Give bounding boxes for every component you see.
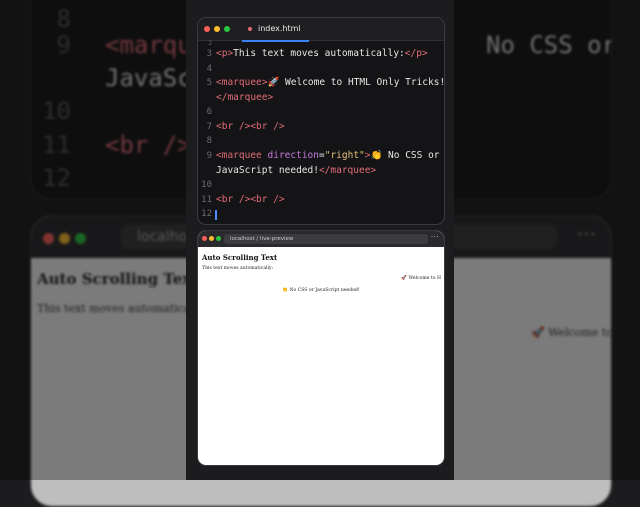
code-line-5[interactable]: <marquee>🚀 Welcome to HTML Only Tricks! bbox=[216, 77, 445, 88]
line-number: 7 bbox=[206, 122, 212, 132]
code-tag: <marquee> bbox=[216, 77, 268, 88]
line-number: 5 bbox=[206, 78, 212, 88]
tab-index-html[interactable]: index.html bbox=[242, 18, 309, 42]
preview-marquee-1: 🚀 Welcome to H bbox=[401, 276, 441, 281]
line-number: 11 bbox=[201, 195, 212, 205]
code-line-9[interactable]: <marquee direction="right">👏 No CSS or bbox=[216, 150, 440, 161]
code-text: 🚀 Welcome to HTML Only Tricks! bbox=[267, 77, 445, 88]
code-line-5-wrap[interactable]: </marquee> bbox=[216, 92, 273, 103]
code-tag: <marquee bbox=[216, 150, 262, 161]
preview-url-bar[interactable]: localhost / live-preview bbox=[224, 234, 428, 244]
line-number: 4 bbox=[206, 64, 212, 74]
code-editor-window: index.html 2 3 4 5 6 7 8 9 10 11 12 <p>T… bbox=[197, 17, 445, 225]
editor-title-bar: index.html bbox=[198, 18, 444, 42]
file-modified-icon bbox=[248, 27, 252, 31]
line-number: 10 bbox=[201, 180, 212, 190]
code-tag: </marquee> bbox=[216, 92, 274, 103]
maximize-dot-icon[interactable] bbox=[216, 236, 221, 241]
code-line-9-wrap[interactable]: JavaScript needed!</marquee> bbox=[216, 165, 376, 176]
maximize-dot-icon[interactable] bbox=[224, 26, 230, 32]
code-line-7[interactable]: <br /><br /> bbox=[216, 121, 285, 132]
code-tag: <p> bbox=[216, 48, 234, 59]
code-tag: <br /><br /> bbox=[216, 121, 285, 132]
line-number: 3 bbox=[206, 49, 212, 59]
code-string: "right" bbox=[324, 150, 365, 161]
close-dot-icon[interactable] bbox=[202, 236, 207, 241]
code-attribute: direction bbox=[267, 150, 319, 161]
live-preview-window: localhost / live-preview ··· Auto Scroll… bbox=[197, 230, 445, 466]
code-tag: <br /><br /> bbox=[216, 194, 285, 205]
more-icon[interactable]: ··· bbox=[431, 233, 439, 241]
line-number: 8 bbox=[206, 136, 212, 146]
preview-heading: Auto Scrolling Text bbox=[202, 253, 278, 262]
tab-label: index.html bbox=[258, 24, 301, 33]
close-dot-icon[interactable] bbox=[204, 26, 210, 32]
preview-paragraph: This text moves automatically: bbox=[202, 266, 274, 271]
code-line-3[interactable]: <p>This text moves automatically:</p> bbox=[216, 48, 428, 59]
code-tag: </p> bbox=[404, 48, 428, 59]
code-text: This text moves automatically: bbox=[233, 48, 405, 59]
preview-marquee-2: 👏 No CSS or JavaScript needed! bbox=[282, 288, 360, 293]
line-number: 6 bbox=[206, 107, 212, 117]
text-caret bbox=[215, 210, 217, 220]
minimize-dot-icon[interactable] bbox=[214, 26, 220, 32]
line-number: 9 bbox=[206, 151, 212, 161]
code-text: 👏 No CSS or bbox=[370, 150, 440, 161]
preview-title-bar: localhost / live-preview ··· bbox=[198, 231, 444, 247]
line-number: 2 bbox=[208, 40, 212, 47]
code-tag: </marquee> bbox=[318, 165, 377, 176]
line-number: 12 bbox=[201, 209, 212, 219]
code-text: JavaScript needed! bbox=[216, 165, 319, 176]
minimize-dot-icon[interactable] bbox=[209, 236, 214, 241]
code-line-11[interactable]: <br /><br /> bbox=[216, 194, 285, 205]
